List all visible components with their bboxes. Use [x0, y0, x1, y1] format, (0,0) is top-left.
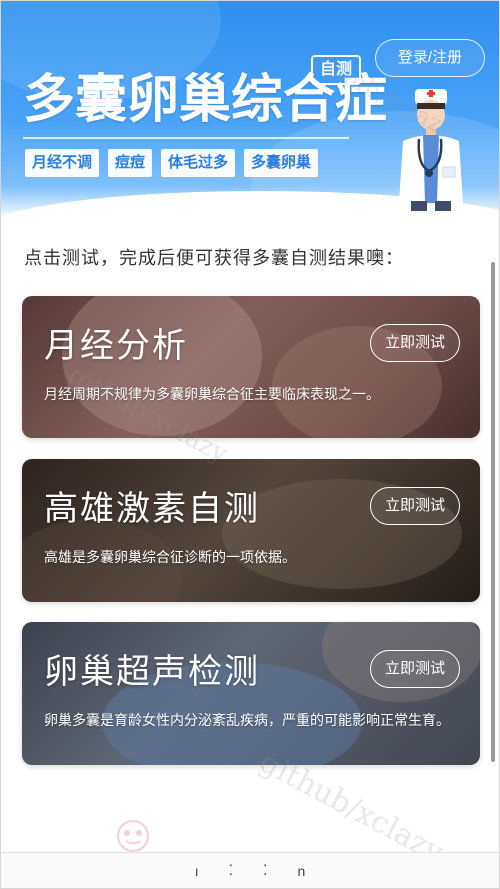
- bottom-bar: ı ⁚ ⁚ n: [1, 852, 499, 888]
- symptom-tags: 月经不调 痘痘 体毛过多 多囊卵巢: [25, 149, 319, 177]
- bottom-bar-item: ı: [194, 862, 199, 879]
- start-test-button[interactable]: 立即测试: [370, 650, 460, 688]
- start-test-button[interactable]: 立即测试: [370, 487, 460, 525]
- test-card-androgen[interactable]: 高雄激素自测 立即测试 高雄是多囊卵巢综合征诊断的一项依据。: [22, 459, 480, 602]
- card-title: 卵巢超声检测: [44, 653, 260, 691]
- tag-item: 体毛过多: [161, 149, 236, 177]
- login-register-button[interactable]: 登录/注册: [375, 39, 485, 77]
- logo-watermark-icon: [117, 820, 149, 852]
- start-test-button[interactable]: 立即测试: [370, 324, 460, 362]
- intro-text: 点击测试，完成后便可获得多囊自测结果噢：: [24, 248, 404, 268]
- card-description: 卵巢多囊是育龄女性内分泌紊乱疾病，严重的可能影响正常生育。: [44, 712, 450, 728]
- bottom-bar-item: ⁚: [228, 862, 234, 878]
- scrollbar[interactable]: [491, 262, 495, 762]
- test-card-ultrasound[interactable]: 卵巢超声检测 立即测试 卵巢多囊是育龄女性内分泌紊乱疾病，严重的可能影响正常生育…: [22, 622, 480, 765]
- tag-item: 痘痘: [108, 149, 153, 177]
- tag-item: 月经不调: [25, 149, 100, 177]
- card-description: 高雄是多囊卵巢综合征诊断的一项依据。: [44, 549, 296, 565]
- card-title: 高雄激素自测: [44, 490, 260, 528]
- tag-item: 多囊卵巢: [244, 149, 319, 177]
- bottom-bar-item: ⁚: [263, 862, 268, 878]
- title-underline: [23, 137, 349, 139]
- card-title: 月经分析: [44, 327, 188, 365]
- bottom-bar-item: n: [297, 862, 306, 879]
